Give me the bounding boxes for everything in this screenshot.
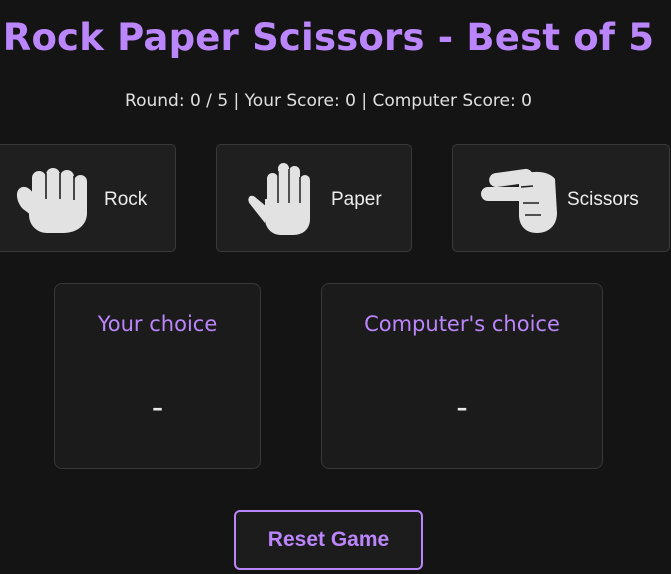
rock-button[interactable]: Rock <box>0 144 176 252</box>
reset-game-button[interactable]: Reset Game <box>234 510 423 570</box>
computer-choice-title: Computer's choice <box>364 312 560 336</box>
rock-label: Rock <box>104 189 148 210</box>
paper-label: Paper <box>331 189 382 210</box>
player-choice-value: - <box>151 388 164 426</box>
fist-icon <box>16 168 87 233</box>
player-choice-title: Your choice <box>97 312 218 336</box>
paper-button[interactable]: Paper <box>216 144 412 252</box>
scissors-button[interactable]: Scissors <box>452 144 670 252</box>
two-finger-hand-icon <box>481 168 557 233</box>
computer-choice-panel: Computer's choice - <box>321 283 603 469</box>
page-title: Rock Paper Scissors - Best of 5 <box>2 16 655 59</box>
computer-choice-value: - <box>456 388 468 426</box>
score-status: Round: 0 / 5 | Your Score: 0 | Computer … <box>125 91 532 111</box>
player-choice-panel: Your choice - <box>54 283 261 469</box>
scissors-label: Scissors <box>567 189 639 210</box>
open-hand-icon <box>248 163 310 235</box>
